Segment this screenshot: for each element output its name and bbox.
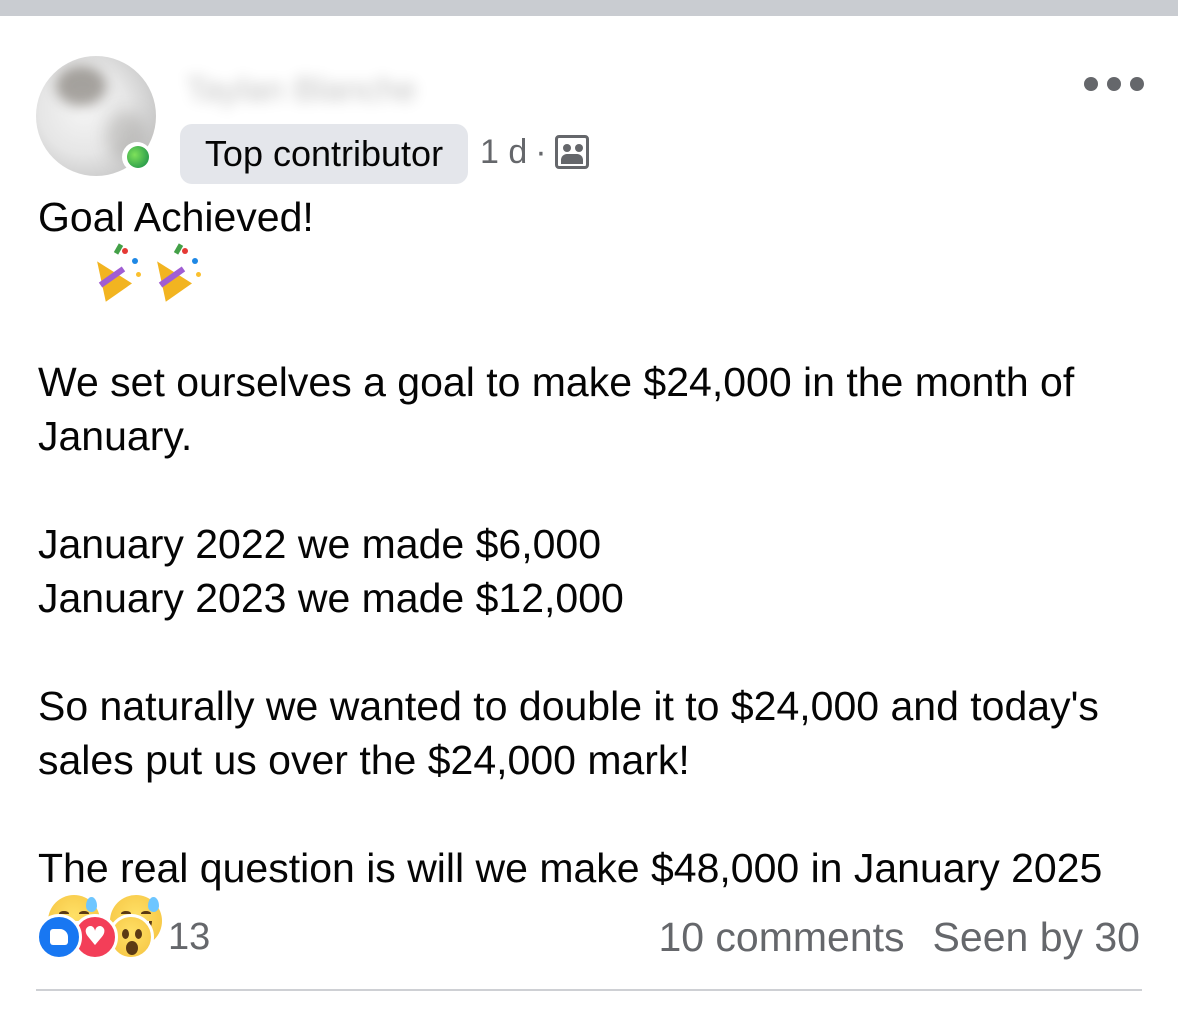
post-stats: 10 comments Seen by 30 (658, 914, 1140, 960)
post-paragraph-goal: We set ourselves a goal to make $24,000 … (38, 359, 1086, 459)
more-options-button[interactable] (1084, 72, 1144, 96)
top-contributor-badge[interactable]: Top contributor (180, 124, 468, 184)
author-name[interactable]: Taylan Blanche (186, 70, 516, 110)
meta-separator: · (535, 132, 547, 171)
post-paragraph-double: So naturally we wanted to double it to $… (38, 683, 1111, 783)
comments-count[interactable]: 10 comments (658, 914, 904, 961)
reaction-count[interactable]: 13 (168, 916, 210, 959)
post-line-2023: January 2023 we made $12,000 (38, 575, 624, 621)
more-horizontal-icon (1084, 77, 1098, 91)
top-separator (0, 0, 1178, 16)
online-status-icon (127, 146, 149, 168)
seen-by-count[interactable]: Seen by 30 (933, 914, 1140, 961)
post-meta: 1 d · (480, 130, 589, 174)
party-popper-icon (83, 243, 144, 302)
post-line-2022: January 2022 we made $6,000 (38, 521, 602, 567)
footer-divider (36, 989, 1142, 991)
like-reaction-icon (36, 914, 82, 960)
party-popper-icon (143, 243, 204, 302)
group-icon[interactable] (554, 135, 589, 169)
post-timestamp[interactable]: 1 d (480, 133, 527, 172)
reactions-summary[interactable]: 13 (36, 914, 210, 960)
post-headline: Goal Achieved! (38, 190, 1148, 302)
post-body: Goal Achieved! We set ourselves a goal t… (38, 190, 1148, 950)
